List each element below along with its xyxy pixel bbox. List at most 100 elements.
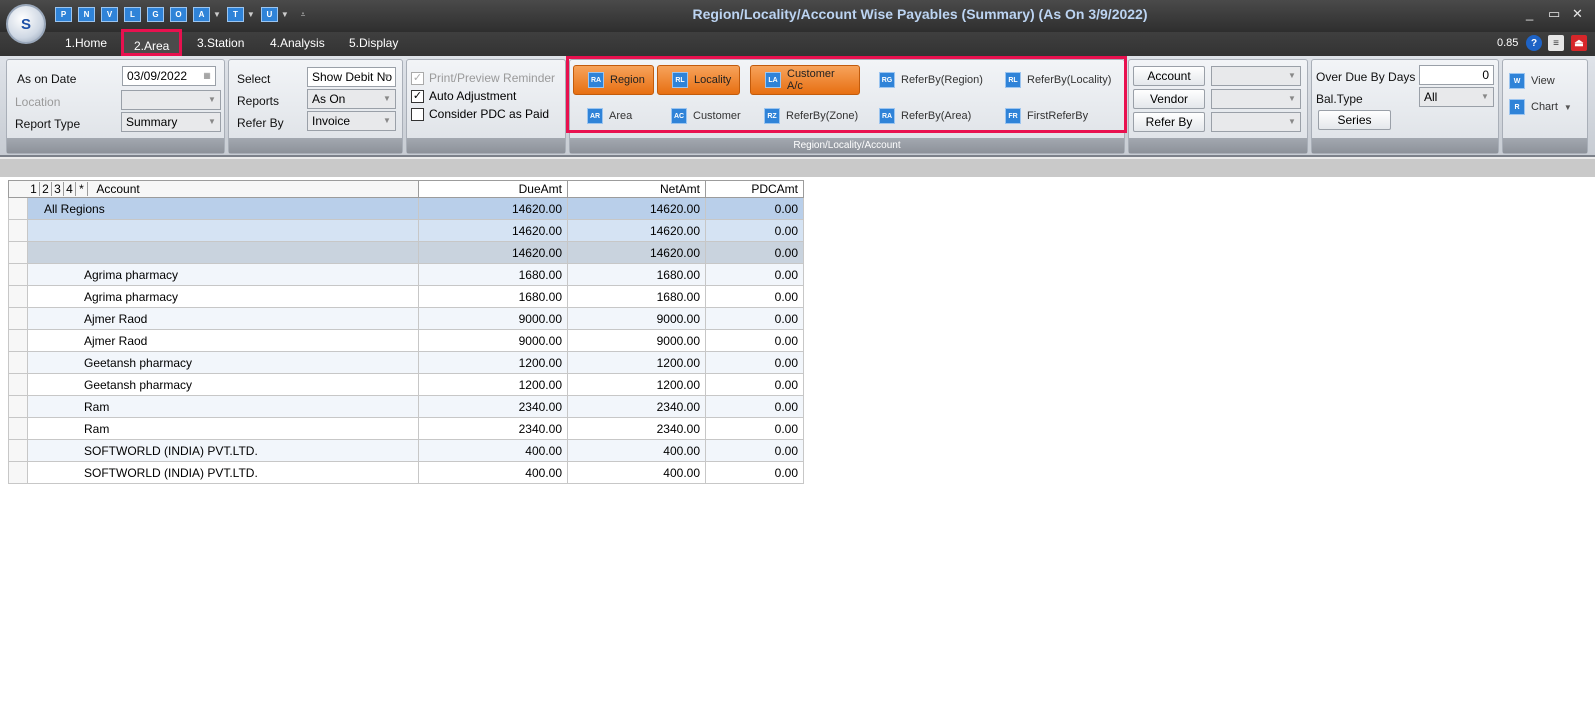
quick-account-icon[interactable]: A [193,7,210,22]
chevron-down-icon[interactable]: ▼ [1286,92,1298,106]
view-button[interactable]: W View [1503,71,1563,91]
print-preview-checkbox[interactable]: ✓ Print/Preview Reminder [411,71,555,85]
table-row[interactable]: SOFTWORLD (INDIA) PVT.LTD. 400.00 400.00… [8,461,804,484]
vendor-select[interactable]: ▼ [1211,89,1301,109]
tab-station[interactable]: 3.Station [197,36,244,50]
quick-open-icon[interactable]: O [170,7,187,22]
level-3-button[interactable]: 3 [52,182,64,196]
calendar-icon[interactable]: ▦ [201,69,213,83]
table-row[interactable]: Ram 2340.00 2340.00 0.00 [8,417,804,440]
app-logo[interactable]: S [6,4,46,44]
region-button[interactable]: RA Region [573,65,654,95]
maximize-button[interactable]: ▭ [1548,6,1560,22]
customer-ac-button[interactable]: LA Customer A/c [750,65,860,95]
table-row[interactable]: 14620.00 14620.00 0.00 [8,219,804,242]
chevron-down-icon[interactable]: ▼ [206,93,218,107]
row-selector[interactable] [8,395,28,418]
vendor-button[interactable]: Vendor [1133,89,1205,109]
table-row[interactable]: Ajmer Raod 9000.00 9000.00 0.00 [8,307,804,330]
chart-button[interactable]: R Chart ▼ [1503,97,1580,117]
refer-by-dropdown[interactable]: Invoice ▼ [307,111,396,131]
chevron-down-icon[interactable]: ▼ [1564,103,1572,112]
table-row[interactable]: Geetansh pharmacy 1200.00 1200.00 0.00 [8,351,804,374]
quick-new-icon[interactable]: N [78,7,95,22]
table-row[interactable]: Ajmer Raod 9000.00 9000.00 0.00 [8,329,804,352]
level-2-button[interactable]: 2 [40,182,52,196]
level-1-button[interactable]: 1 [28,182,40,196]
as-on-date-field[interactable]: 03/09/2022 ▦ [122,66,216,86]
document-icon[interactable]: ≡ [1548,35,1564,51]
level-all-button[interactable]: * [76,182,88,196]
help-icon[interactable]: ? [1526,35,1542,51]
tab-home[interactable]: 1.Home [65,36,107,50]
minimize-button[interactable]: _ [1526,6,1533,21]
pdc-paid-checkbox[interactable]: Consider PDC as Paid [411,107,549,121]
row-selector[interactable] [8,219,28,242]
referby-zone-button[interactable]: RZ ReferBy(Zone) [750,101,865,131]
tab-area[interactable]: 2.Area [121,29,183,56]
account-select[interactable]: ▼ [1211,66,1301,86]
first-referby-button[interactable]: FR FirstReferBy [991,101,1111,131]
row-selector[interactable] [8,351,28,374]
select-dropdown[interactable]: Show Debit No ▼ [307,67,396,87]
row-selector[interactable] [8,439,28,462]
table-row[interactable]: Agrima pharmacy 1680.00 1680.00 0.00 [8,263,804,286]
row-selector[interactable] [8,285,28,308]
tab-analysis[interactable]: 4.Analysis [270,36,325,50]
account-button[interactable]: Account [1133,66,1205,86]
chevron-down-icon[interactable]: ▼ [381,70,393,84]
referby-region-button[interactable]: RG ReferBy(Region) [865,65,990,95]
series-button[interactable]: Series [1318,110,1391,130]
customize-toolbar-icon[interactable]: ⩡ [301,10,306,20]
referby-area-button[interactable]: RA ReferBy(Area) [865,101,990,131]
chevron-down-icon[interactable]: ▼ [1286,115,1298,129]
report-type-select[interactable]: Summary ▼ [121,112,221,132]
quick-ledger-icon[interactable]: L [124,7,141,22]
row-selector[interactable] [8,329,28,352]
tab-display[interactable]: 5.Display [349,36,398,50]
refer-by-select[interactable]: ▼ [1211,112,1301,132]
quick-user-icon[interactable]: U [260,7,278,22]
table-row[interactable]: Ram 2340.00 2340.00 0.00 [8,395,804,418]
over-due-input[interactable]: 0 [1419,65,1494,85]
table-row[interactable]: Agrima pharmacy 1680.00 1680.00 0.00 [8,285,804,308]
auto-adjustment-checkbox[interactable]: ✓ Auto Adjustment [411,89,516,103]
quick-print-icon[interactable]: P [55,7,72,22]
chevron-down-icon[interactable]: ▼ [247,10,255,19]
chevron-down-icon[interactable]: ▼ [381,114,393,128]
row-selector[interactable] [8,263,28,286]
location-select[interactable]: ▼ [121,90,221,110]
dueamt-header[interactable]: DueAmt [418,180,568,198]
customer-button[interactable]: AC Customer [657,101,755,131]
row-selector[interactable] [8,417,28,440]
row-selector[interactable] [8,197,28,220]
chevron-down-icon[interactable]: ▼ [1479,90,1491,104]
reports-dropdown[interactable]: As On ▼ [307,89,396,109]
chevron-down-icon[interactable]: ▼ [281,10,289,19]
quick-voucher-icon[interactable]: V [101,7,118,22]
row-selector[interactable] [8,241,28,264]
table-row[interactable]: 14620.00 14620.00 0.00 [8,241,804,264]
referby-locality-button[interactable]: RL ReferBy(Locality) [991,65,1123,95]
chevron-down-icon[interactable]: ▼ [1286,69,1298,83]
refer-by-button[interactable]: Refer By [1133,112,1205,132]
table-row[interactable]: SOFTWORLD (INDIA) PVT.LTD. 400.00 400.00… [8,439,804,462]
chevron-down-icon[interactable]: ▼ [213,10,221,19]
row-selector[interactable] [8,373,28,396]
row-selector[interactable] [8,461,28,484]
quick-group-icon[interactable]: G [147,7,164,22]
close-button[interactable]: ✕ [1572,6,1583,22]
netamt-header[interactable]: NetAmt [567,180,706,198]
bal-type-select[interactable]: All ▼ [1419,87,1494,107]
chevron-down-icon[interactable]: ▼ [206,115,218,129]
table-row[interactable]: All Regions 14620.00 14620.00 0.00 [8,197,804,220]
quick-tools-icon[interactable]: T [226,7,244,22]
chevron-down-icon[interactable]: ▼ [381,92,393,106]
pdcamt-header[interactable]: PDCAmt [705,180,804,198]
exit-icon[interactable]: ⏏ [1571,35,1587,51]
row-selector[interactable] [8,307,28,330]
account-header[interactable]: 1 2 3 4 * Account [8,180,419,198]
area-button[interactable]: AR Area [573,101,654,131]
level-4-button[interactable]: 4 [64,182,76,196]
table-row[interactable]: Geetansh pharmacy 1200.00 1200.00 0.00 [8,373,804,396]
